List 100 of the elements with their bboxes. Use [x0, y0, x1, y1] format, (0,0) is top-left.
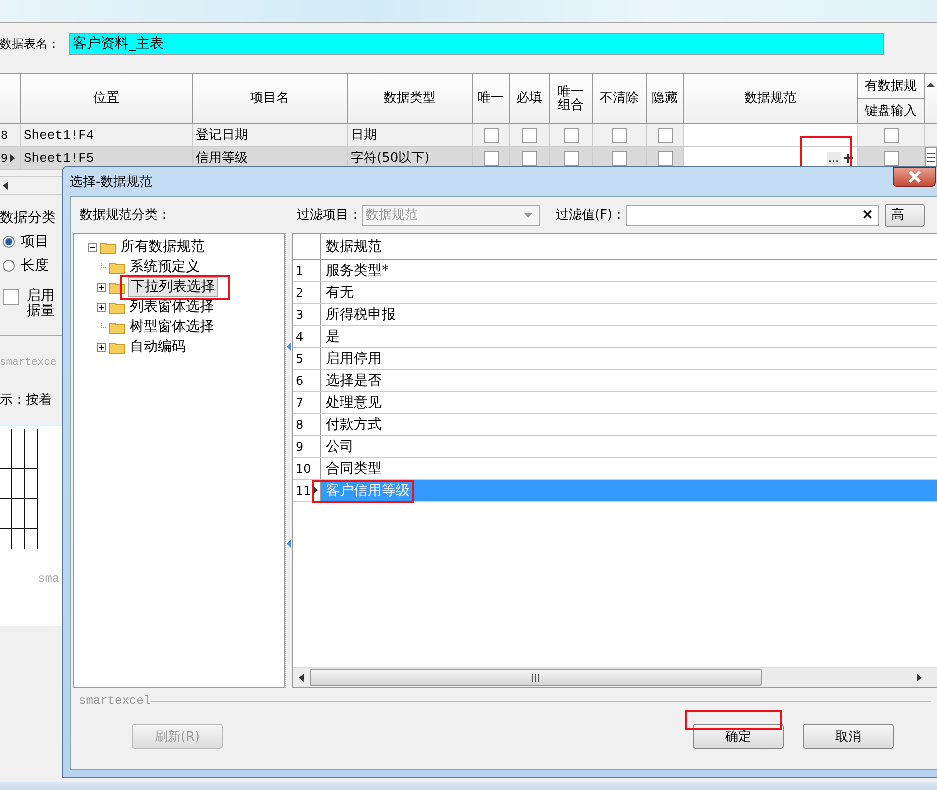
row-number: 2	[296, 286, 304, 300]
scrollbar[interactable]	[293, 667, 937, 687]
list-item[interactable]: 是	[326, 328, 340, 346]
checkbox[interactable]	[612, 128, 627, 142]
table-name-label: 数据表名：	[0, 36, 61, 52]
column-header[interactable]: 有数据规	[858, 74, 924, 99]
column-header[interactable]: 唯一组合	[550, 74, 593, 123]
folder-icon	[109, 300, 125, 314]
ok-button[interactable]: 确定	[693, 724, 784, 749]
row-number: 10	[296, 462, 312, 476]
scroll-grip-icon[interactable]	[926, 152, 936, 164]
column-header[interactable]: 不清除	[593, 74, 647, 123]
table-cell: Sheet1!F4	[21, 124, 193, 146]
scroll-left-icon[interactable]	[298, 674, 304, 682]
row-number: 9	[296, 440, 304, 454]
folder-icon	[109, 320, 125, 334]
checkbox[interactable]	[484, 128, 498, 142]
ellipsis-button[interactable]: ...	[826, 152, 841, 164]
filter-value-field[interactable]: ×	[626, 204, 879, 226]
column-header[interactable]: 必填	[510, 74, 550, 123]
hint-text: 示：按着	[0, 392, 53, 409]
tree-item[interactable]: 系统预定义	[128, 258, 202, 276]
tree-item[interactable]: 所有数据规范	[119, 238, 207, 256]
list-item[interactable]: 服务类型*	[326, 262, 389, 280]
category-label: 数据规范分类：	[80, 207, 172, 224]
radio-label: 长度	[21, 257, 49, 275]
column-header[interactable]: 唯一	[473, 74, 510, 123]
scroll-up-icon[interactable]	[927, 82, 935, 88]
close-button[interactable]	[893, 167, 936, 187]
folder-icon	[109, 260, 125, 274]
row-number: 8	[1, 128, 8, 142]
folder-icon	[100, 240, 116, 254]
collapse-icon[interactable]	[88, 242, 97, 252]
column-header[interactable]: 隐藏	[647, 74, 684, 123]
column-header[interactable]: 数据规范	[321, 234, 382, 259]
checkbox[interactable]	[564, 128, 578, 142]
table-cell: 登记日期	[193, 124, 348, 146]
tree-item[interactable]: 下拉列表选择	[128, 277, 218, 297]
list-item[interactable]: 所得税申报	[326, 306, 396, 324]
list-item[interactable]: 处理意见	[326, 394, 382, 412]
list-item[interactable]: 付款方式	[326, 416, 382, 434]
tree-item[interactable]: 树型窗体选择	[128, 318, 216, 336]
close-icon[interactable]	[908, 171, 922, 183]
current-row-icon	[10, 154, 15, 162]
checkbox[interactable]	[884, 150, 898, 166]
checkbox[interactable]	[612, 150, 627, 166]
scroll-thumb[interactable]	[310, 669, 762, 686]
column-header[interactable]: 项目名	[193, 74, 348, 123]
checkbox[interactable]	[522, 150, 537, 166]
table-cell[interactable]	[684, 124, 858, 146]
radio-label: 项目	[21, 233, 49, 251]
cancel-button[interactable]: 取消	[803, 724, 894, 749]
tree-item[interactable]: 自动编码	[128, 338, 188, 356]
group-label: 数据分类	[0, 209, 57, 227]
current-row-icon	[313, 486, 318, 495]
row-number: 6	[296, 374, 304, 388]
list-item[interactable]: 启用停用	[326, 350, 382, 368]
column-header[interactable]: 数据类型	[348, 74, 473, 123]
scroll-left-icon[interactable]	[2, 182, 8, 190]
splitter-arrow-icon[interactable]	[287, 540, 291, 548]
list-item[interactable]: 合同类型	[326, 460, 382, 478]
checkbox[interactable]	[3, 289, 19, 305]
list-item[interactable]: 公司	[326, 438, 354, 456]
dropdown-arrow-icon[interactable]	[524, 212, 533, 218]
column-header[interactable]: 数据规范	[684, 74, 858, 123]
checkbox[interactable]	[522, 128, 537, 142]
row-number: 9	[1, 152, 8, 164]
expand-icon[interactable]	[97, 342, 106, 352]
splitter-arrow-icon[interactable]	[287, 343, 291, 351]
row-number: 4	[296, 330, 304, 344]
column-header[interactable]: 键盘输入	[858, 99, 924, 123]
list-item[interactable]: 有无	[326, 284, 354, 302]
folder-icon	[109, 340, 125, 354]
expand-icon[interactable]	[97, 302, 106, 312]
scroll-right-icon[interactable]	[917, 674, 923, 682]
row-number: 3	[296, 308, 304, 322]
group-caption: smartexcel	[79, 694, 152, 708]
expand-icon[interactable]	[97, 282, 106, 292]
row-number: 1	[296, 264, 304, 278]
row-number: 11	[296, 484, 312, 498]
radio-button[interactable]	[3, 260, 15, 272]
advanced-button[interactable]: 高	[884, 204, 925, 226]
checkbox[interactable]	[564, 150, 578, 166]
plus-icon[interactable]	[844, 154, 853, 162]
checkbox[interactable]	[658, 150, 672, 166]
checkbox[interactable]	[484, 150, 498, 166]
column-header[interactable]: 位置	[21, 74, 193, 123]
checkbox[interactable]	[658, 128, 672, 142]
checkbox[interactable]	[884, 128, 898, 142]
table-name-field[interactable]: 客户资料_主表	[69, 33, 884, 55]
checkbox-label: 启用 据量	[27, 289, 55, 319]
row-number: 5	[296, 352, 304, 366]
clear-button[interactable]: ×	[862, 207, 874, 223]
filter-item-label: 过滤项目：	[297, 207, 362, 224]
list-item[interactable]: 选择是否	[326, 372, 382, 390]
radio-button[interactable]	[3, 236, 15, 248]
row-number: 8	[296, 418, 304, 432]
scroll-grip-icon[interactable]	[531, 674, 541, 682]
tree-item[interactable]: 列表窗体选择	[128, 298, 216, 316]
dialog-title: 选择-数据规范	[70, 174, 153, 190]
